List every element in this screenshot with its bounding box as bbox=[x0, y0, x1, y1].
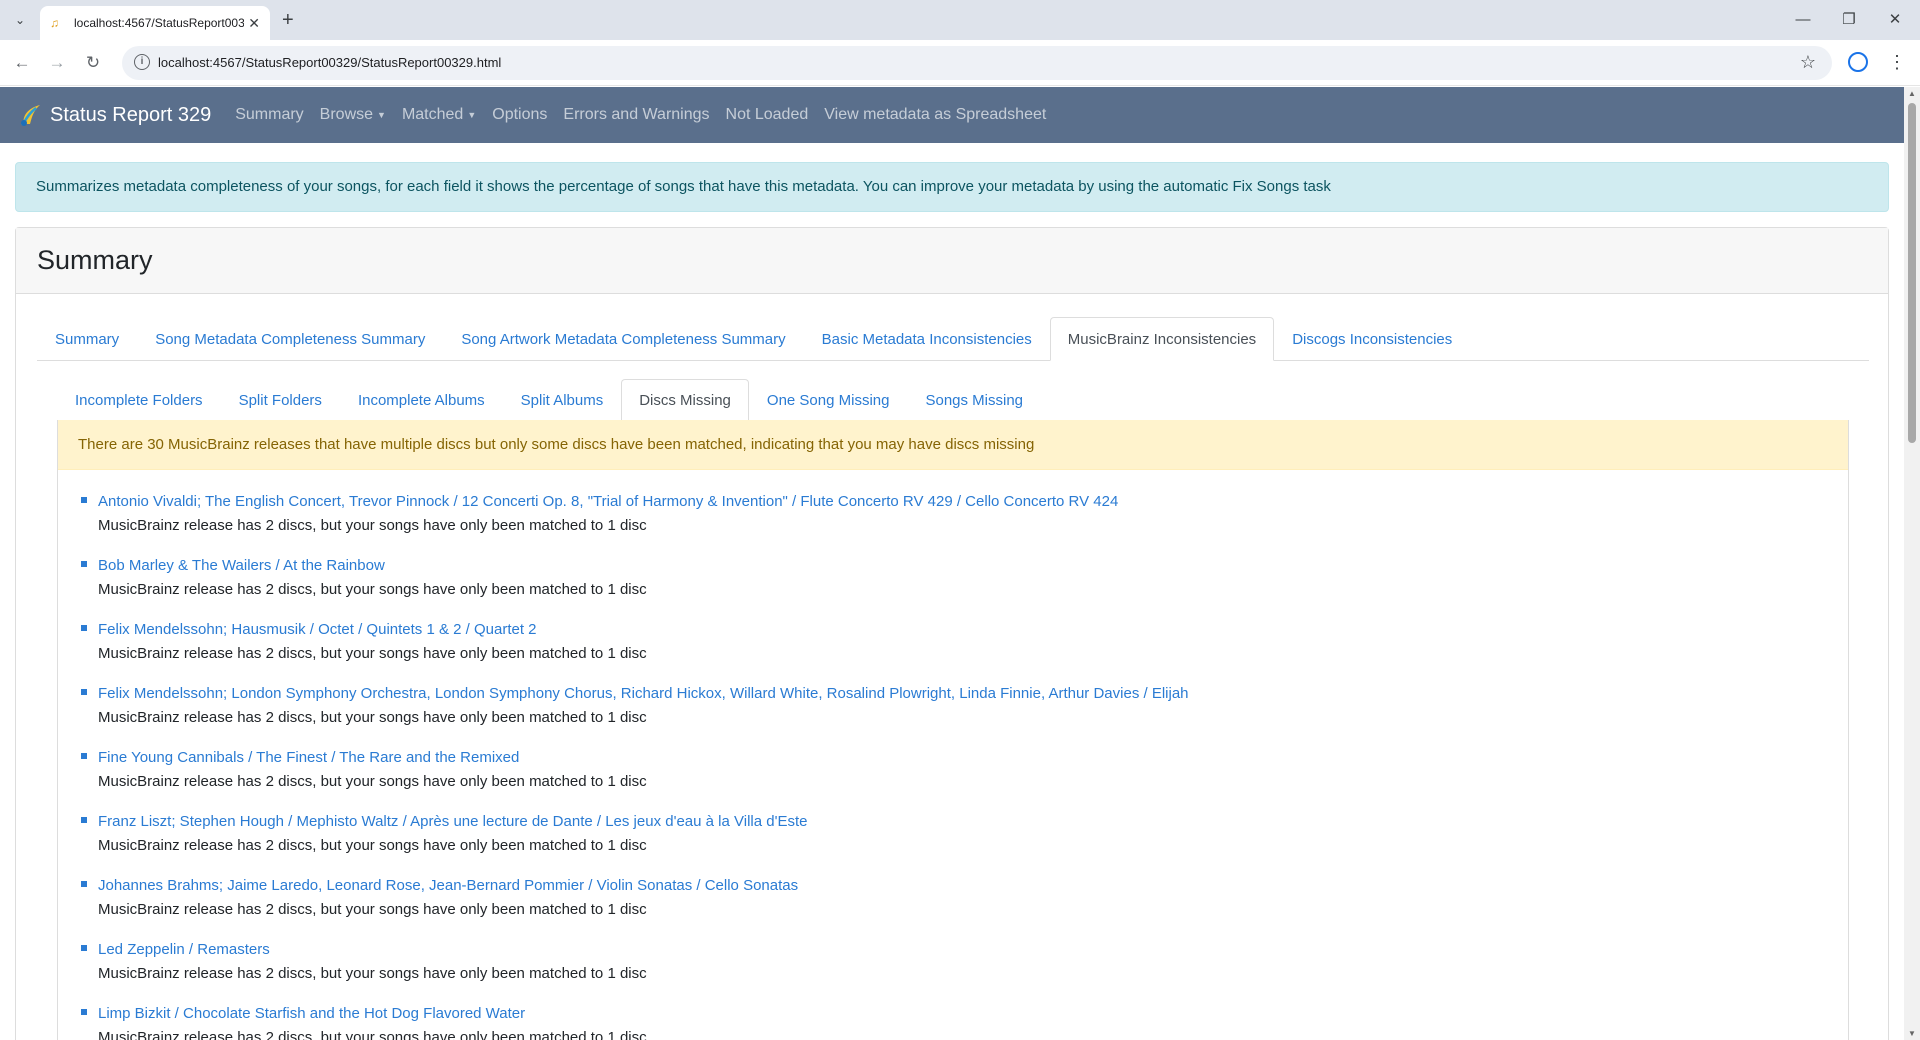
browser-menu-icon[interactable]: ⋮ bbox=[1888, 50, 1906, 74]
list-item: Fine Young Cannibals / The Finest / The … bbox=[80, 746, 1848, 810]
nav-view-spreadsheet[interactable]: View metadata as Spreadsheet bbox=[824, 106, 1046, 124]
release-link[interactable]: Felix Mendelssohn; Hausmusik / Octet / Q… bbox=[98, 618, 1848, 642]
reload-icon[interactable]: ↻ bbox=[80, 50, 106, 76]
bullet-icon bbox=[81, 881, 87, 887]
browser-tab-title: localhost:4567/StatusReport00329/ bbox=[74, 16, 244, 30]
browser-toolbar: ← → ↻ i localhost:4567/StatusReport00329… bbox=[0, 40, 1920, 86]
browser-tabstrip: ⌄ ♫ localhost:4567/StatusReport00329/ ✕ … bbox=[0, 0, 1920, 40]
navbar-brand[interactable]: Status Report 329 bbox=[18, 102, 211, 128]
release-link[interactable]: Felix Mendelssohn; London Symphony Orche… bbox=[98, 682, 1848, 706]
caret-down-icon: ▼ bbox=[467, 109, 477, 120]
warning-alert: There are 30 MusicBrainz releases that h… bbox=[58, 420, 1848, 470]
nav-summary[interactable]: Summary bbox=[235, 106, 303, 124]
brand-title: Status Report 329 bbox=[50, 103, 212, 126]
app-logo-icon bbox=[21, 105, 40, 126]
nav-options[interactable]: Options bbox=[492, 106, 547, 124]
release-link[interactable]: Led Zeppelin / Remasters bbox=[98, 938, 1848, 962]
nav-errors-warnings[interactable]: Errors and Warnings bbox=[563, 106, 709, 124]
card-header: Summary bbox=[16, 228, 1888, 294]
release-link[interactable]: Franz Liszt; Stephen Hough / Mephisto Wa… bbox=[98, 810, 1848, 834]
nav-matched-dropdown[interactable]: Matched ▼ bbox=[402, 106, 476, 124]
tab-musicbrainz-inconsistencies[interactable]: MusicBrainz Inconsistencies bbox=[1049, 317, 1275, 361]
page-viewport: Status Report 329 Summary Browse ▼ Matche… bbox=[0, 87, 1904, 1040]
browser-tab[interactable]: ♫ localhost:4567/StatusReport00329/ ✕ bbox=[40, 6, 270, 40]
tab-song-artwork-completeness[interactable]: Song Artwork Metadata Completeness Summa… bbox=[443, 317, 803, 361]
release-link[interactable]: Bob Marley & The Wailers / At the Rainbo… bbox=[98, 554, 1848, 578]
music-note-favicon-icon: ♫ bbox=[50, 16, 59, 30]
secondary-tabs: Incomplete Folders Split Folders Incompl… bbox=[57, 379, 1849, 421]
bullet-icon bbox=[81, 625, 87, 631]
list-item: Franz Liszt; Stephen Hough / Mephisto Wa… bbox=[80, 810, 1848, 874]
nav-browse-dropdown[interactable]: Browse ▼ bbox=[320, 106, 386, 124]
tab-song-metadata-completeness[interactable]: Song Metadata Completeness Summary bbox=[137, 317, 443, 361]
tab-close-icon[interactable]: ✕ bbox=[248, 15, 260, 32]
list-item: Limp Bizkit / Chocolate Starfish and the… bbox=[80, 1002, 1848, 1040]
caret-down-icon: ▼ bbox=[377, 109, 386, 120]
release-note: MusicBrainz release has 2 discs, but you… bbox=[98, 1029, 647, 1040]
scrollbar-thumb[interactable] bbox=[1908, 103, 1916, 443]
profile-icon[interactable] bbox=[1848, 52, 1868, 72]
new-tab-icon[interactable]: + bbox=[282, 8, 294, 32]
bullet-icon bbox=[81, 689, 87, 695]
tab-incomplete-albums[interactable]: Incomplete Albums bbox=[340, 379, 503, 421]
bookmark-star-icon[interactable]: ☆ bbox=[1800, 52, 1816, 73]
bullet-icon bbox=[81, 753, 87, 759]
list-item: Felix Mendelssohn; London Symphony Orche… bbox=[80, 682, 1848, 746]
tab-split-folders[interactable]: Split Folders bbox=[221, 379, 340, 421]
nav-not-loaded[interactable]: Not Loaded bbox=[726, 106, 809, 124]
release-note: MusicBrainz release has 2 discs, but you… bbox=[98, 581, 647, 598]
release-note: MusicBrainz release has 2 discs, but you… bbox=[98, 773, 647, 790]
tab-one-song-missing[interactable]: One Song Missing bbox=[749, 379, 908, 421]
tab-incomplete-folders[interactable]: Incomplete Folders bbox=[57, 379, 221, 421]
back-arrow-icon[interactable]: ← bbox=[9, 50, 35, 76]
page-title: Summary bbox=[37, 245, 153, 275]
restore-icon[interactable]: ❐ bbox=[1826, 6, 1872, 34]
tab-songs-missing[interactable]: Songs Missing bbox=[907, 379, 1041, 421]
discs-missing-pane: There are 30 MusicBrainz releases that h… bbox=[57, 420, 1849, 1040]
forward-arrow-icon[interactable]: → bbox=[44, 50, 70, 76]
address-bar[interactable]: i localhost:4567/StatusReport00329/Statu… bbox=[122, 46, 1832, 80]
page-scrollbar[interactable]: ▲ ▼ bbox=[1904, 87, 1920, 1040]
summary-card: Summary Summary Song Metadata Completene… bbox=[15, 227, 1889, 1040]
release-link[interactable]: Fine Young Cannibals / The Finest / The … bbox=[98, 746, 1848, 770]
tab-search-chevron-icon[interactable]: ⌄ bbox=[8, 8, 32, 32]
list-item: Antonio Vivaldi; The English Concert, Tr… bbox=[80, 490, 1848, 554]
scroll-up-arrow-icon[interactable]: ▲ bbox=[1908, 89, 1916, 98]
list-item: Bob Marley & The Wailers / At the Rainbo… bbox=[80, 554, 1848, 618]
release-link[interactable]: Johannes Brahms; Jaime Laredo, Leonard R… bbox=[98, 874, 1848, 898]
info-alert: Summarizes metadata completeness of your… bbox=[15, 162, 1889, 212]
tab-summary[interactable]: Summary bbox=[37, 317, 137, 361]
release-note: MusicBrainz release has 2 discs, but you… bbox=[98, 837, 647, 854]
list-item: Felix Mendelssohn; Hausmusik / Octet / Q… bbox=[80, 618, 1848, 682]
minimize-icon[interactable]: — bbox=[1780, 6, 1826, 34]
close-window-icon[interactable]: ✕ bbox=[1872, 6, 1918, 34]
release-link[interactable]: Antonio Vivaldi; The English Concert, Tr… bbox=[98, 490, 1848, 514]
bullet-icon bbox=[81, 1009, 87, 1015]
release-list: Antonio Vivaldi; The English Concert, Tr… bbox=[58, 490, 1848, 1040]
bullet-icon bbox=[81, 497, 87, 503]
list-item: Johannes Brahms; Jaime Laredo, Leonard R… bbox=[80, 874, 1848, 938]
scroll-down-arrow-icon[interactable]: ▼ bbox=[1908, 1029, 1916, 1038]
tab-basic-metadata-inconsistencies[interactable]: Basic Metadata Inconsistencies bbox=[804, 317, 1050, 361]
bullet-icon bbox=[81, 561, 87, 567]
release-link[interactable]: Limp Bizkit / Chocolate Starfish and the… bbox=[98, 1002, 1848, 1026]
bullet-icon bbox=[81, 817, 87, 823]
release-note: MusicBrainz release has 2 discs, but you… bbox=[98, 517, 647, 534]
release-note: MusicBrainz release has 2 discs, but you… bbox=[98, 901, 647, 918]
top-navbar: Status Report 329 Summary Browse ▼ Matche… bbox=[0, 87, 1904, 143]
address-url[interactable]: localhost:4567/StatusReport00329/StatusR… bbox=[158, 55, 501, 70]
list-item: Led Zeppelin / Remasters MusicBrainz rele… bbox=[80, 938, 1848, 1002]
nav-matched-label: Matched bbox=[401, 106, 464, 123]
bullet-icon bbox=[81, 945, 87, 951]
tab-split-albums[interactable]: Split Albums bbox=[503, 379, 622, 421]
release-note: MusicBrainz release has 2 discs, but you… bbox=[98, 709, 647, 726]
tab-discogs-inconsistencies[interactable]: Discogs Inconsistencies bbox=[1274, 317, 1470, 361]
release-note: MusicBrainz release has 2 discs, but you… bbox=[98, 965, 647, 982]
site-info-icon[interactable]: i bbox=[134, 54, 150, 70]
release-note: MusicBrainz release has 2 discs, but you… bbox=[98, 645, 647, 662]
primary-tabs: Summary Song Metadata Completeness Summa… bbox=[37, 317, 1869, 361]
tab-discs-missing[interactable]: Discs Missing bbox=[621, 379, 749, 421]
nav-browse-label: Browse bbox=[319, 106, 374, 123]
